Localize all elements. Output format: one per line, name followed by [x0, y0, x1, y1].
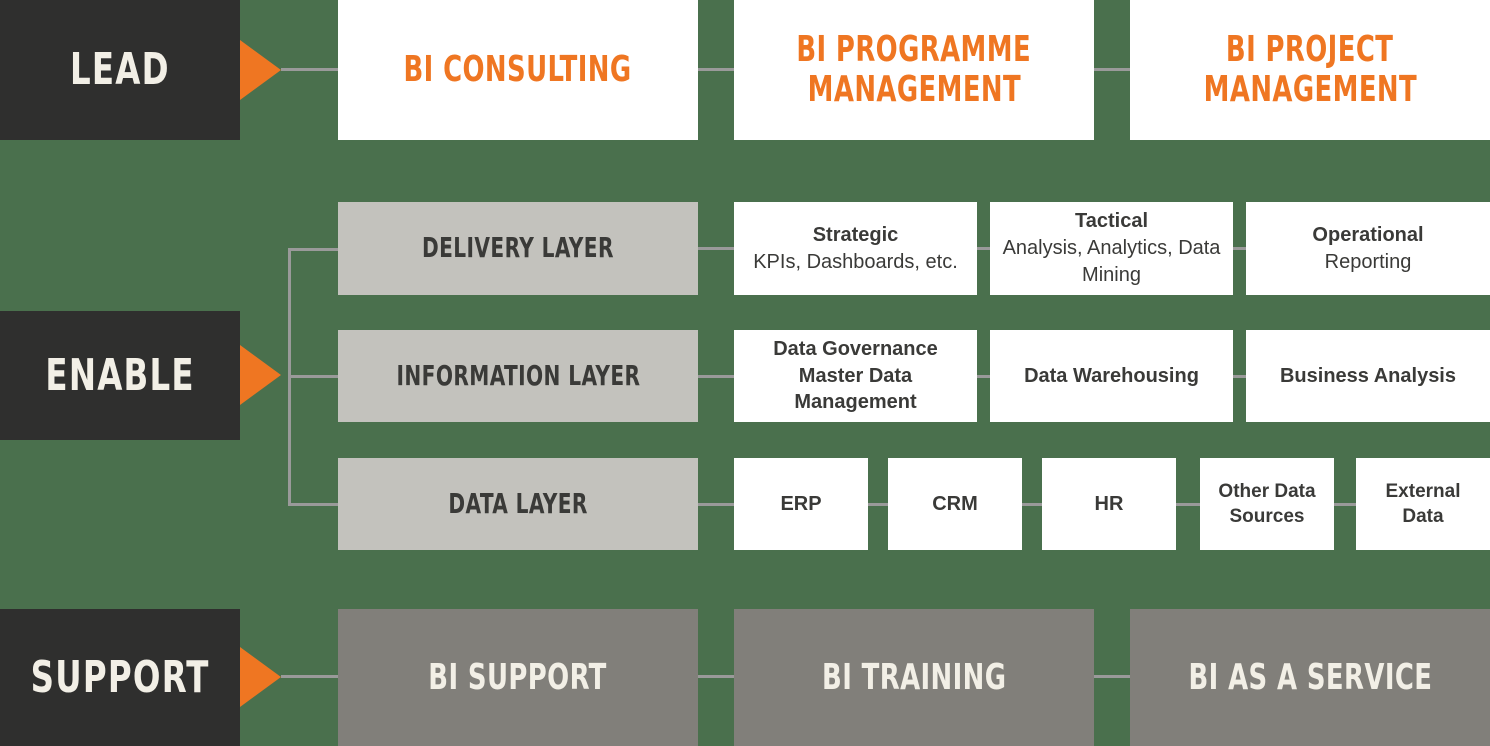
card-crm-title: CRM: [932, 492, 978, 515]
card-bi-training-label: BI TRAINING: [821, 656, 1007, 698]
card-data-governance-line2: Master Data: [798, 364, 913, 387]
card-information-layer[interactable]: INFORMATION LAYER: [338, 330, 698, 422]
card-crm[interactable]: CRM: [888, 458, 1022, 550]
card-tactical-title: Tactical: [1075, 210, 1148, 233]
card-data-layer[interactable]: DATA LAYER: [338, 458, 698, 550]
card-bi-consulting-label: BI CONSULTING: [403, 49, 632, 91]
arrow-right-icon-lead: [240, 40, 281, 100]
card-bi-support-label: BI SUPPORT: [428, 656, 608, 698]
bracket-stub-information: [288, 375, 338, 378]
card-bi-as-a-service-label: BI AS A SERVICE: [1188, 656, 1432, 698]
connector-information-to-governance: [698, 375, 734, 378]
card-tactical-detail: Analysis, Analytics, Data Mining: [1002, 237, 1221, 286]
card-data-governance-text: Data Governance Master Data Management: [773, 336, 938, 416]
connector-data-layer-to-erp: [698, 503, 734, 506]
bracket-stub-delivery: [288, 248, 338, 251]
card-business-analysis[interactable]: Business Analysis: [1246, 330, 1490, 422]
connector-lead-to-consulting: [281, 68, 338, 71]
card-data-warehousing-title: Data Warehousing: [1024, 364, 1199, 387]
connector-warehousing-to-business-analysis: [1233, 375, 1246, 378]
card-data-governance-line1: Data Governance: [773, 337, 938, 360]
card-operational[interactable]: Operational Reporting: [1246, 202, 1490, 295]
connector-tactical-to-operational: [1233, 247, 1246, 250]
card-bi-training[interactable]: BI TRAINING: [734, 609, 1094, 746]
card-data-governance-line3: Management: [794, 391, 917, 414]
stage-block-support: SUPPORT: [0, 609, 240, 746]
card-bi-programme-management[interactable]: BI PROGRAMME MANAGEMENT: [734, 0, 1094, 140]
connector-crm-to-hr: [1022, 503, 1042, 506]
card-other-data-sources-text: Other Data Sources: [1218, 479, 1315, 530]
card-operational-detail: Reporting: [1324, 250, 1412, 273]
card-tactical-text: Tactical Analysis, Analytics, Data Minin…: [1000, 208, 1223, 288]
bi-capability-diagram: LEAD BI CONSULTING BI PROGRAMME MANAGEME…: [0, 0, 1490, 746]
connector-consulting-to-programme: [698, 68, 734, 71]
connector-bi-support-to-bi-training: [698, 675, 734, 678]
card-bi-as-a-service[interactable]: BI AS A SERVICE: [1130, 609, 1490, 746]
card-erp-title: ERP: [780, 492, 822, 515]
card-bi-project-management[interactable]: BI PROJECT MANAGEMENT: [1130, 0, 1490, 140]
card-bi-consulting[interactable]: BI CONSULTING: [338, 0, 698, 140]
stage-block-enable: ENABLE: [0, 311, 240, 440]
card-business-analysis-title: Business Analysis: [1279, 364, 1456, 387]
connector-governance-to-warehousing: [977, 375, 990, 378]
card-bi-support[interactable]: BI SUPPORT: [338, 609, 698, 746]
card-other-data-sources-line2: Sources: [1229, 506, 1305, 527]
card-bi-project-management-line1: BI PROJECT: [1226, 29, 1394, 71]
card-hr-title: HR: [1094, 492, 1124, 515]
card-bi-programme-management-line2: MANAGEMENT: [807, 69, 1021, 110]
card-external-data-line1: External: [1385, 480, 1461, 502]
card-external-data-line2: Data: [1402, 506, 1444, 527]
card-other-data-sources-line1: Other Data: [1218, 480, 1316, 502]
stage-block-lead: LEAD: [0, 0, 240, 140]
card-data-layer-label: DATA LAYER: [448, 486, 588, 520]
card-strategic-detail: KPIs, Dashboards, etc.: [753, 250, 958, 273]
card-strategic-title: Strategic: [812, 223, 899, 246]
stage-label-enable: ENABLE: [45, 349, 195, 401]
card-data-warehousing[interactable]: Data Warehousing: [990, 330, 1233, 422]
arrow-right-icon-enable: [240, 345, 281, 405]
connector-strategic-to-tactical: [977, 247, 990, 250]
card-data-governance[interactable]: Data Governance Master Data Management: [734, 330, 977, 422]
stage-label-lead: LEAD: [70, 44, 170, 95]
connector-hr-to-other-data-sources: [1176, 503, 1200, 506]
connector-programme-to-project: [1094, 68, 1130, 71]
connector-support-to-bi-support: [281, 675, 338, 678]
card-tactical[interactable]: Tactical Analysis, Analytics, Data Minin…: [990, 202, 1233, 295]
card-strategic-text: Strategic KPIs, Dashboards, etc.: [753, 222, 958, 276]
arrow-right-icon-support: [240, 647, 281, 707]
card-bi-project-management-line2: MANAGEMENT: [1203, 69, 1417, 110]
bracket-stub-data: [288, 503, 338, 506]
connector-delivery-to-strategic: [698, 247, 734, 250]
card-bi-programme-management-line1: BI PROGRAMME: [796, 29, 1032, 71]
card-external-data-text: External Data: [1386, 479, 1461, 530]
card-information-layer-label: INFORMATION LAYER: [396, 358, 640, 392]
connector-other-data-sources-to-external-data: [1334, 503, 1356, 506]
stage-label-support: SUPPORT: [30, 651, 210, 703]
card-operational-title: Operational: [1312, 223, 1424, 246]
card-erp[interactable]: ERP: [734, 458, 868, 550]
card-operational-text: Operational Reporting: [1312, 222, 1423, 276]
card-other-data-sources[interactable]: Other Data Sources: [1200, 458, 1334, 550]
card-hr[interactable]: HR: [1042, 458, 1176, 550]
connector-erp-to-crm: [868, 503, 888, 506]
card-delivery-layer-label: DELIVERY LAYER: [422, 231, 614, 265]
card-external-data[interactable]: External Data: [1356, 458, 1490, 550]
connector-bi-training-to-bi-as-a-service: [1094, 675, 1130, 678]
card-delivery-layer[interactable]: DELIVERY LAYER: [338, 202, 698, 295]
card-strategic[interactable]: Strategic KPIs, Dashboards, etc.: [734, 202, 977, 295]
